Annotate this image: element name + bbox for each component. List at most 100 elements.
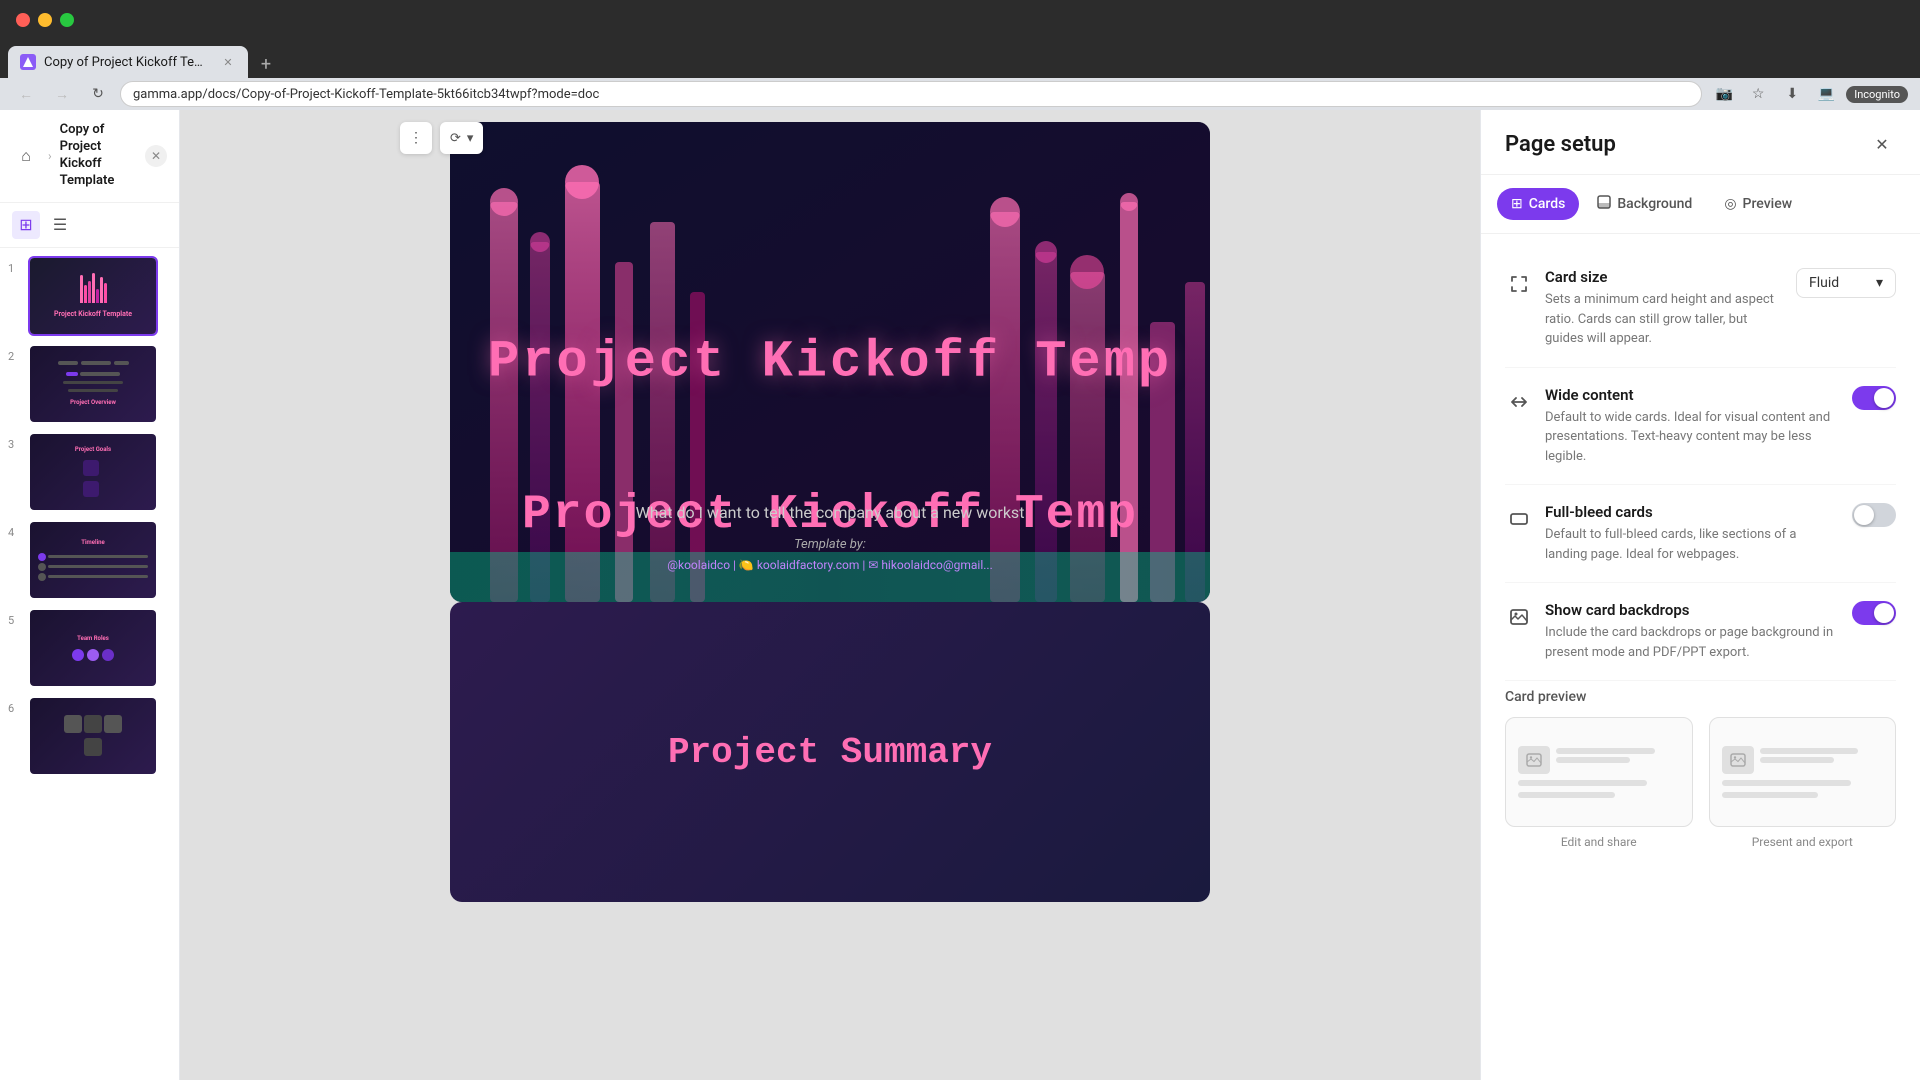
main-content: ⋮ ⟳ ▾ [180,110,1480,1080]
card-preview-present-label: Present and export [1752,835,1853,849]
slide-2-title: Project Summary [668,732,992,773]
slide-1-template-by: Template by: [450,537,1210,552]
panel-tabs: ⊞ Cards Background ◎ Preview [1481,175,1920,234]
tab-preview[interactable]: ◎ Preview [1710,188,1806,220]
slide-number-4: 4 [8,526,22,539]
slide-item-1[interactable]: 1 Project Kickoff Template [8,256,171,336]
background-tab-label: Background [1617,196,1692,212]
slide-toolbar: ⋮ ⟳ ▾ [400,122,483,154]
card-size-dropdown[interactable]: Fluid ▾ [1796,268,1896,298]
dropdown-value: Fluid [1809,275,1839,291]
window-close-button[interactable] [16,13,30,27]
back-button[interactable]: ← [12,80,40,108]
slide-number-1: 1 [8,262,22,275]
full-bleed-row: Full-bleed cards Default to full-bleed c… [1505,485,1896,583]
card-preview-present-thumb [1709,717,1897,827]
sidebar-close-button[interactable]: ✕ [145,145,167,167]
preview-line [1760,757,1834,763]
slide-thumb-4[interactable]: Timeline [28,520,158,600]
main-slide-title: Project Kickoff Temp [450,333,1210,392]
grid-view-button[interactable]: ⊞ [12,211,40,239]
nav-right: 📷 ☆ ⬇ 💻 Incognito [1710,80,1908,108]
slide-number-5: 5 [8,614,22,627]
wide-content-control[interactable] [1852,386,1896,410]
tab-cards[interactable]: ⊞ Cards [1497,188,1579,220]
tab-background[interactable]: Background [1583,187,1706,221]
app-layout: ⌂ › Copy of Project Kickoff Template ✕ ⊞… [0,110,1920,1080]
slide-1-links: @koolaidco | 🍋 koolaidfactory.com | ✉ hi… [450,558,1210,572]
slide-list: 1 Project Kickoff Template [0,248,179,1080]
background-tab-icon [1597,195,1611,213]
show-backdrops-row: Show card backdrops Include the card bac… [1505,583,1896,681]
card-size-icon [1505,270,1533,298]
layout-icon: ⟳ [450,131,461,146]
tab-favicon [20,54,36,70]
preview-line [1518,780,1647,786]
download-icon[interactable]: ⬇ [1778,80,1806,108]
toggle-knob [1874,388,1894,408]
nav-bar: ← → ↻ gamma.app/docs/Copy-of-Project-Kic… [0,78,1920,110]
wide-content-content: Wide content Default to wide cards. Idea… [1545,386,1840,467]
full-bleed-toggle[interactable] [1852,503,1896,527]
slide-item-3[interactable]: 3 Project Goals [8,432,171,512]
canvas-area[interactable]: Project Kickoff Temp What do I want to t… [180,110,1480,1080]
panel-close-button[interactable]: ✕ [1868,130,1896,158]
slide-thumb-5[interactable]: Team Roles [28,608,158,688]
slide-thumb-2[interactable]: Project Overview [28,344,158,424]
device-icon[interactable]: 💻 [1812,80,1840,108]
sidebar: ⌂ › Copy of Project Kickoff Template ✕ ⊞… [0,110,180,1080]
active-tab[interactable]: Copy of Project Kickoff Templa... ✕ [8,46,248,78]
show-backdrops-control[interactable] [1852,601,1896,625]
preview-line [1722,780,1851,786]
card-preview-edit-thumb [1505,717,1693,827]
new-tab-button[interactable]: + [252,50,280,78]
title-bar [0,0,1920,40]
preview-line [1760,748,1859,754]
slide-thumb-6[interactable] [28,696,158,776]
show-backdrops-title: Show card backdrops [1545,601,1840,619]
show-backdrops-toggle[interactable] [1852,601,1896,625]
slide-item-5[interactable]: 5 Team Roles [8,608,171,688]
layout-button[interactable]: ⟳ ▾ [440,122,483,154]
preview-line [1722,792,1819,798]
wide-content-toggle[interactable] [1852,386,1896,410]
full-bleed-control[interactable] [1852,503,1896,527]
reload-button[interactable]: ↻ [84,80,112,108]
bookmark-icon[interactable]: ☆ [1744,80,1772,108]
sidebar-header: ⌂ › Copy of Project Kickoff Template ✕ [0,110,179,203]
home-button[interactable]: ⌂ [12,142,40,170]
slide-thumb-1[interactable]: Project Kickoff Template [28,256,158,336]
window-maximize-button[interactable] [60,13,74,27]
more-options-button[interactable]: ⋮ [400,122,432,154]
slide-number-3: 3 [8,438,22,451]
sidebar-toolbar: ⊞ ☰ [0,203,179,248]
list-view-button[interactable]: ☰ [46,211,74,239]
slide-1-subtitle: What do I want to tell the company about… [530,503,1130,522]
preview-img-icon-2 [1722,746,1754,774]
show-backdrops-icon [1505,603,1533,631]
forward-button[interactable]: → [48,80,76,108]
address-bar[interactable]: gamma.app/docs/Copy-of-Project-Kickoff-T… [120,81,1702,107]
card-size-title: Card size [1545,268,1784,286]
full-bleed-content: Full-bleed cards Default to full-bleed c… [1545,503,1840,564]
title-bar-left [16,13,74,27]
slide-item-6[interactable]: 6 [8,696,171,776]
slide-item-2[interactable]: 2 Project Overv [8,344,171,424]
full-bleed-title: Full-bleed cards [1545,503,1840,521]
card-size-content: Card size Sets a minimum card height and… [1545,268,1784,349]
card-preview-label: Card preview [1505,689,1896,705]
card-preview-grid: Edit and share [1505,717,1896,849]
slide-thumb-3[interactable]: Project Goals [28,432,158,512]
preview-line [1556,757,1630,763]
camera-off-icon: 📷 [1710,80,1738,108]
window-minimize-button[interactable] [38,13,52,27]
slide-item-4[interactable]: 4 Timeline [8,520,171,600]
cards-tab-icon: ⊞ [1511,196,1523,212]
full-bleed-icon [1505,505,1533,533]
toggle-knob-3 [1874,603,1894,623]
tab-close-button[interactable]: ✕ [220,54,236,70]
wide-content-row: Wide content Default to wide cards. Idea… [1505,368,1896,486]
wide-content-title: Wide content [1545,386,1840,404]
toggle-knob-2 [1854,505,1874,525]
window-controls [16,13,74,27]
